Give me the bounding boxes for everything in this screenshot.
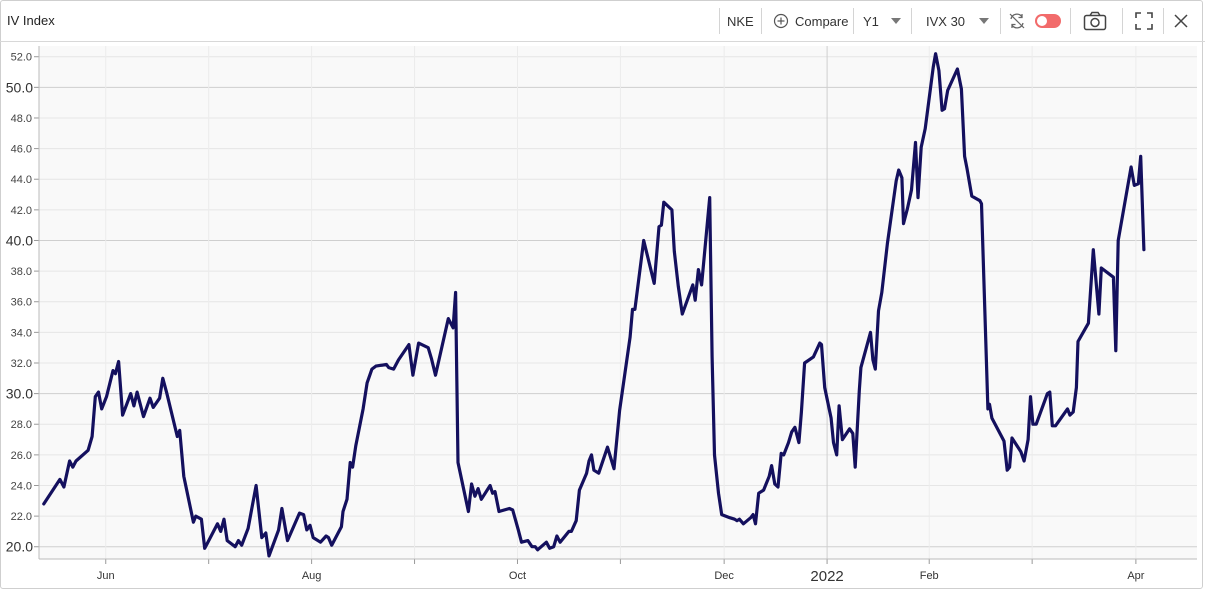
y-tick-label: 46.0 [11,144,32,156]
y-tick-label: 20.0 [6,539,33,555]
screenshot-button[interactable] [1083,8,1107,34]
y-tick-label: 52.0 [11,52,32,64]
toolbar-divider [1000,8,1001,34]
y-tick-label: 34.0 [11,327,32,339]
y-tick-label: 38.0 [11,266,32,278]
symbol-text: NKE [727,13,754,29]
y-tick-label: 28.0 [11,419,32,431]
toggle-switch[interactable] [1035,8,1061,34]
metric-select[interactable]: IVX 30 [926,8,990,34]
x-tick-label: Jun [97,570,115,582]
toolbar-divider [1163,8,1164,34]
camera-icon [1083,11,1107,31]
y-tick-label: 32.0 [11,358,32,370]
chevron-down-icon [979,18,990,24]
compare-button[interactable]: Compare [773,8,848,34]
plus-circle-icon [773,13,789,29]
y-axis: 20.0 22.0 24.0 26.0 28.0 30.0 32.0 34.0 36.0 38.0… [6,46,40,559]
x-tick-label: Feb [920,570,939,582]
compare-label: Compare [795,13,849,29]
y-tick-label: 44.0 [11,174,32,186]
y-tick-label: 36.0 [11,297,32,309]
y-tick-label: 50.0 [6,79,33,95]
close-button[interactable] [1173,8,1189,34]
symbol-label[interactable]: NKE [727,8,754,34]
x-tick-label: Oct [509,570,526,582]
y-tick-label: 26.0 [11,450,32,462]
y-tick-label: 42.0 [11,205,32,217]
plot-area [39,46,1197,559]
fullscreen-button[interactable] [1135,8,1153,34]
toolbar-divider [853,8,854,34]
toolbar-divider [719,8,720,34]
period-value: Y1 [863,13,879,29]
toggle-switch-icon [1035,14,1061,28]
y-tick-label: 22.0 [11,511,32,523]
sync-icon [1008,12,1026,30]
x-tick-label: 2022 [810,568,843,585]
chevron-down-icon [890,18,901,24]
x-tick-label: Aug [302,570,322,582]
x-tick-label: Apr [1127,570,1144,582]
x-axis: Jun Aug Oct Dec 2022 Feb Apr [39,558,1197,585]
metric-value: IVX 30 [926,13,966,29]
y-tick-label: 24.0 [11,480,32,492]
toolbar-divider [1070,8,1071,34]
toolbar-divider [761,8,762,34]
chart-title: IV Index [7,13,55,28]
x-tick-label: Dec [714,570,734,582]
y-tick-label: 30.0 [6,386,33,402]
close-icon [1173,13,1189,29]
sync-button[interactable] [1008,8,1026,34]
toolbar-divider [911,8,912,34]
iv-index-chart: Jun Aug Oct Dec 2022 Feb Apr 20.022.024.026.02… [6,46,1197,585]
y-tick-label: 40.0 [6,232,33,248]
period-select[interactable]: Y1 [863,8,901,34]
y-tick-label: 48.0 [11,113,32,125]
chart-toolbar: IV Index NKE Compare Y1 IVX 30 [0,0,1205,42]
fullscreen-icon [1135,12,1153,30]
toolbar-divider [1122,8,1123,34]
